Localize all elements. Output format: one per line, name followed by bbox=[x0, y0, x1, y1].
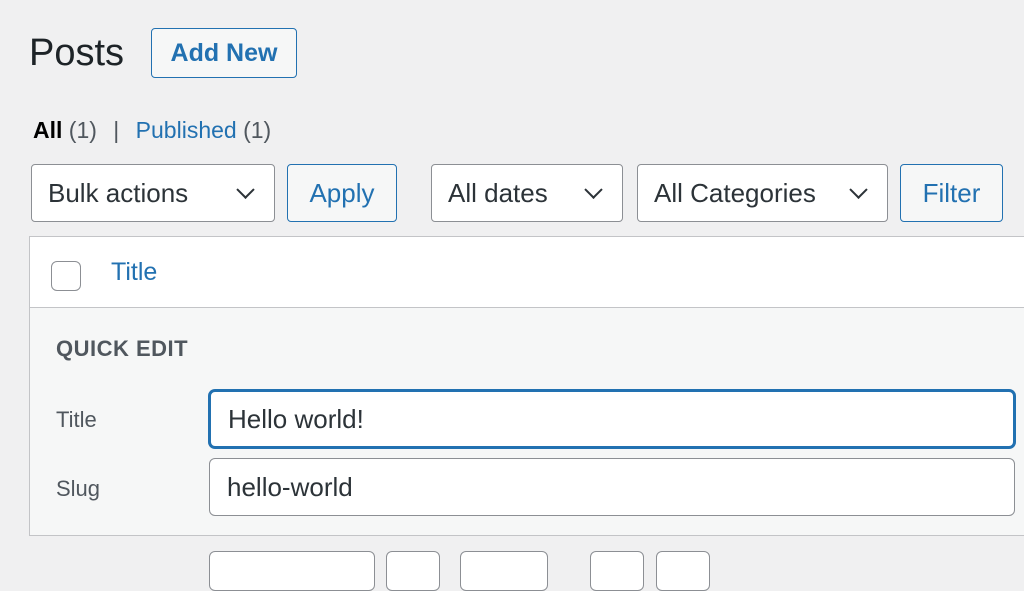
apply-button[interactable]: Apply bbox=[287, 164, 397, 222]
view-all-count: (1) bbox=[68, 117, 97, 143]
page-title: Posts bbox=[29, 32, 125, 74]
date-day-input[interactable] bbox=[386, 551, 440, 591]
view-published-count: (1) bbox=[243, 117, 272, 143]
add-new-button[interactable]: Add New bbox=[151, 28, 297, 78]
post-status-views: All (1) | Published (1) bbox=[33, 116, 271, 144]
chevron-down-icon bbox=[584, 180, 603, 199]
date-month-select[interactable] bbox=[209, 551, 375, 591]
categories-filter-select[interactable]: All Categories bbox=[637, 164, 888, 222]
date-minute-input[interactable] bbox=[656, 551, 710, 591]
bulk-actions-select[interactable]: Bulk actions bbox=[31, 164, 275, 222]
posts-table: Title QUICK EDIT Title Slug bbox=[29, 236, 1024, 536]
quick-edit-legend: QUICK EDIT bbox=[56, 336, 189, 361]
title-column-header[interactable]: Title bbox=[111, 258, 157, 287]
date-hour-input[interactable] bbox=[590, 551, 644, 591]
view-published-link[interactable]: Published bbox=[136, 117, 237, 143]
categories-filter-value: All Categories bbox=[654, 177, 816, 208]
filter-button[interactable]: Filter bbox=[900, 164, 1003, 222]
view-all-link[interactable]: All bbox=[33, 117, 62, 143]
chevron-down-icon bbox=[849, 180, 868, 199]
title-input[interactable] bbox=[209, 390, 1015, 448]
date-year-input[interactable] bbox=[460, 551, 548, 591]
chevron-down-icon bbox=[236, 180, 255, 199]
dates-filter-value: All dates bbox=[448, 177, 548, 208]
slug-input[interactable] bbox=[209, 458, 1015, 516]
slug-field-label: Slug bbox=[56, 476, 101, 501]
select-all-checkbox[interactable] bbox=[51, 261, 81, 291]
bulk-actions-value: Bulk actions bbox=[48, 177, 189, 208]
quick-edit-panel: QUICK EDIT Title Slug bbox=[30, 308, 1024, 535]
view-separator: | bbox=[113, 117, 120, 143]
table-header-row: Title bbox=[30, 237, 1024, 308]
title-field-label: Title bbox=[56, 407, 97, 432]
dates-filter-select[interactable]: All dates bbox=[431, 164, 623, 222]
